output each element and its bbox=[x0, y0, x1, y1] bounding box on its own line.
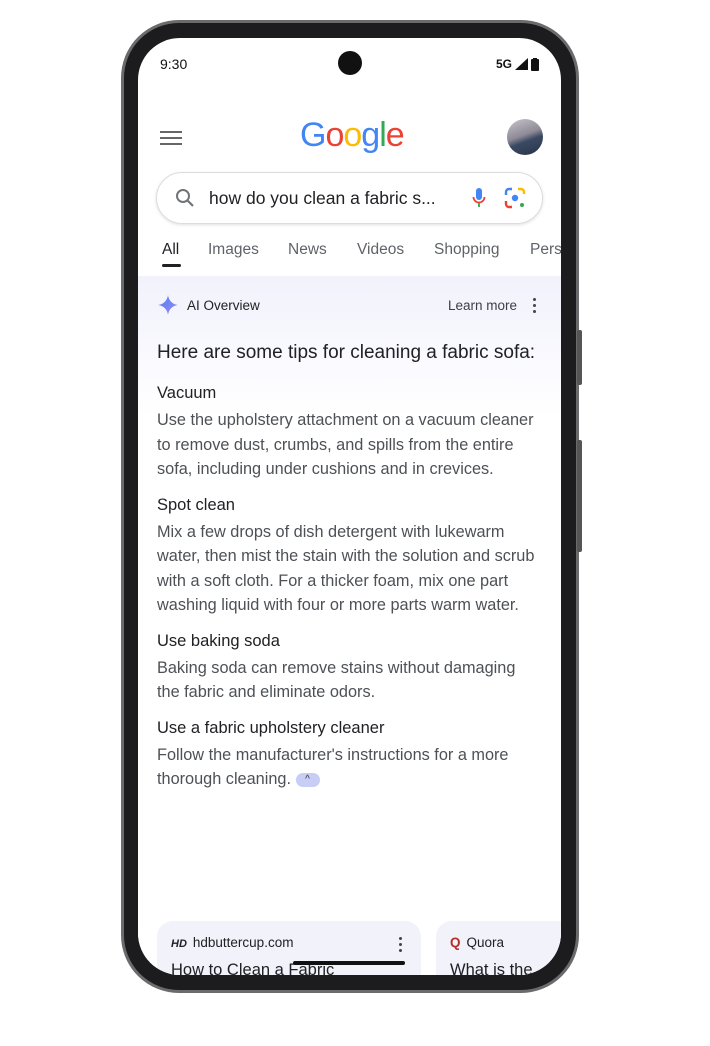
source-options-icon[interactable] bbox=[399, 937, 403, 955]
logo-letter: o bbox=[343, 116, 362, 154]
source-site-name: hdbuttercup.com bbox=[192, 935, 294, 950]
signal-indicators: 5G bbox=[496, 57, 539, 71]
network-label: 5G bbox=[495, 57, 512, 71]
search-query[interactable]: how do you clean a fabric s... bbox=[209, 188, 436, 209]
battery-icon bbox=[531, 57, 539, 71]
source-site: HD hdbuttercup.com bbox=[171, 935, 293, 950]
logo-letter: g bbox=[361, 116, 380, 154]
clock: 9:30 bbox=[160, 56, 188, 72]
hdbuttercup-logo: HD bbox=[171, 938, 187, 950]
section-text-body: Follow the manufacturer's instructions f… bbox=[157, 745, 509, 789]
search-bar[interactable]: how do you clean a fabric s... bbox=[156, 172, 543, 224]
section-text: Baking soda can remove stains without da… bbox=[157, 658, 516, 702]
section-title: Spot clean bbox=[157, 495, 235, 514]
active-tab-indicator bbox=[162, 264, 181, 267]
logo-letter: G bbox=[300, 116, 326, 154]
tab-images[interactable]: Images bbox=[208, 241, 259, 259]
section-text: Mix a few drops of dish detergent with l… bbox=[157, 522, 535, 615]
source-site: Q Quora bbox=[450, 935, 504, 950]
ai-overview-heading: Here are some tips for cleaning a fabric… bbox=[157, 342, 536, 363]
source-site-name: Quora bbox=[466, 935, 505, 950]
learn-more-link[interactable]: Learn more bbox=[448, 298, 517, 313]
ai-overview: AI Overview Learn more Here are some tip… bbox=[138, 276, 561, 975]
google-lens-icon[interactable] bbox=[504, 187, 526, 209]
section-text: Follow the manufacturer's instructions f… bbox=[157, 743, 539, 792]
google-logo[interactable]: Google bbox=[300, 116, 405, 155]
logo-letter: e bbox=[385, 116, 405, 154]
ai-overview-content: Here are some tips for cleaning a fabric… bbox=[157, 340, 539, 804]
tab-news[interactable]: News bbox=[288, 241, 327, 259]
menu-icon[interactable] bbox=[160, 131, 182, 149]
signal-icon bbox=[515, 58, 528, 70]
screen: 9:30 5G Google how do you clean a fabric… bbox=[138, 38, 561, 975]
section-title: Vacuum bbox=[157, 384, 217, 402]
volume-button bbox=[577, 330, 582, 385]
header: Google bbox=[138, 116, 561, 158]
tab-perspectives[interactable]: Pers bbox=[530, 241, 561, 259]
gemini-sparkle-icon bbox=[158, 295, 178, 315]
quora-logo: Q bbox=[450, 935, 461, 950]
search-tabs: All Images News Videos Shopping Pers bbox=[162, 238, 561, 274]
tab-shopping[interactable]: Shopping bbox=[434, 241, 500, 259]
logo-letter: o bbox=[325, 116, 344, 154]
section-text: Use the upholstery attachment on a vacuu… bbox=[157, 411, 534, 478]
front-camera bbox=[338, 51, 362, 75]
search-icon bbox=[176, 189, 194, 207]
ai-overview-label: AI Overview bbox=[187, 298, 260, 313]
home-indicator[interactable] bbox=[293, 961, 405, 965]
source-card[interactable]: Q Quora What is the bbox=[436, 921, 561, 975]
avatar[interactable] bbox=[507, 119, 543, 155]
tab-all[interactable]: All bbox=[162, 241, 179, 259]
microphone-icon[interactable] bbox=[472, 187, 486, 209]
section-title: Use a fabric upholstery cleaner bbox=[157, 718, 385, 737]
tab-videos[interactable]: Videos bbox=[357, 241, 404, 259]
collapse-button[interactable]: ^ bbox=[295, 772, 320, 787]
source-card[interactable]: HD hdbuttercup.com How to Clean a Fabric bbox=[157, 921, 421, 975]
power-button bbox=[577, 440, 582, 552]
section-title: Use baking soda bbox=[157, 631, 280, 650]
more-options-icon[interactable] bbox=[533, 298, 537, 316]
source-title[interactable]: What is the bbox=[450, 961, 533, 975]
